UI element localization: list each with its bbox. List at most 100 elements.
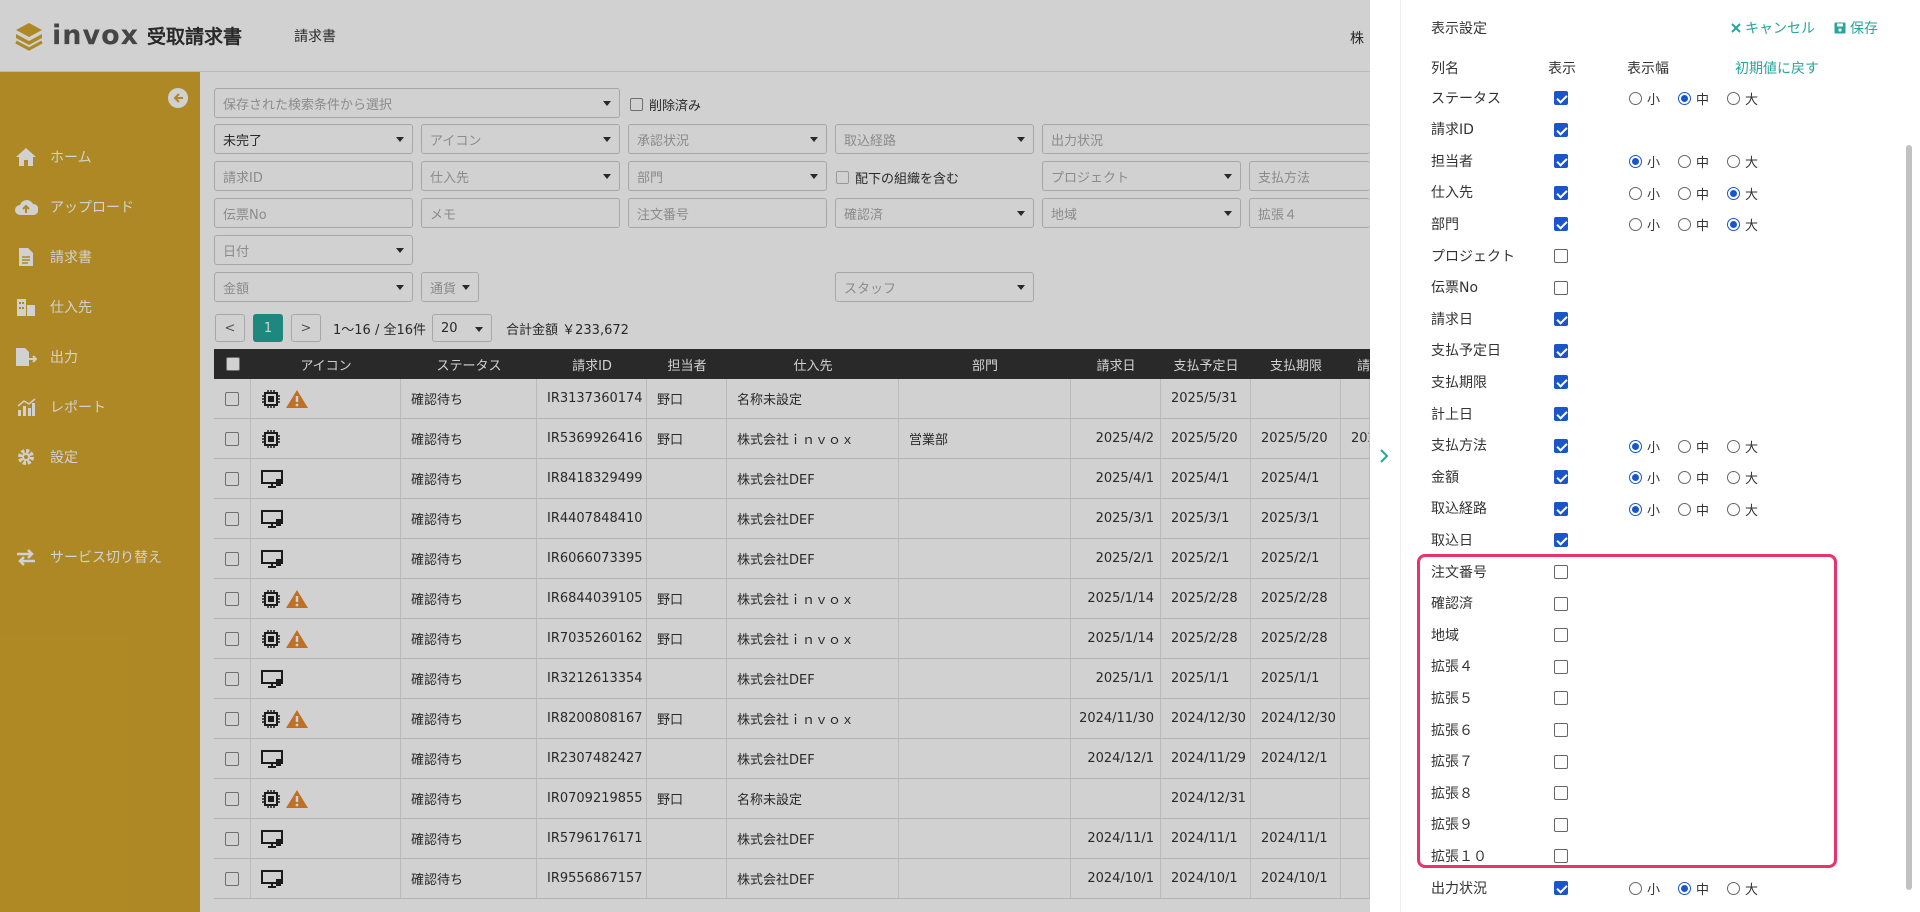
width-radio[interactable]: 中	[1678, 89, 1709, 108]
column-name: 担当者	[1431, 153, 1473, 170]
width-radio[interactable]: 中	[1678, 500, 1709, 519]
save-button[interactable]: 保存	[1834, 18, 1878, 38]
cancel-label: キャンセル	[1745, 21, 1815, 37]
column-setting-row: 支払予定日	[1431, 335, 1851, 366]
width-radio[interactable]: 中	[1678, 152, 1709, 171]
radio-circle[interactable]	[1629, 502, 1642, 516]
save-icon	[1834, 22, 1846, 34]
column-setting-row: 請求日	[1431, 303, 1851, 334]
width-radio[interactable]: 中	[1678, 468, 1709, 487]
radio-circle[interactable]	[1629, 471, 1642, 485]
panel-title: 表示設定	[1431, 21, 1487, 37]
radio-circle[interactable]	[1678, 502, 1692, 516]
visibility-checkbox[interactable]	[1554, 249, 1568, 263]
visibility-checkbox[interactable]	[1554, 533, 1568, 548]
radio-label: 小	[1647, 156, 1661, 172]
radio-label: 大	[1745, 440, 1759, 456]
modal-overlay[interactable]	[0, 0, 1370, 912]
radio-circle[interactable]	[1727, 218, 1741, 232]
column-name: 部門	[1431, 216, 1459, 233]
panel-close-handle[interactable]	[1370, 0, 1400, 912]
radio-circle[interactable]	[1678, 186, 1692, 200]
radio-label: 小	[1647, 219, 1661, 235]
width-radio[interactable]: 小	[1629, 500, 1660, 519]
width-radio[interactable]: 大	[1727, 184, 1758, 203]
width-header: 表示幅	[1627, 61, 1669, 77]
radio-label: 大	[1745, 156, 1759, 172]
width-radio[interactable]: 小	[1629, 437, 1660, 456]
radio-label: 中	[1696, 187, 1710, 203]
width-radio[interactable]: 小	[1629, 879, 1660, 898]
visibility-checkbox[interactable]	[1554, 217, 1568, 232]
column-setting-row: 取込経路 小 中 大	[1431, 493, 1851, 524]
radio-circle[interactable]	[1727, 186, 1741, 200]
width-radio[interactable]: 中	[1678, 215, 1709, 234]
radio-label: 中	[1696, 219, 1710, 235]
column-setting-row: 支払期限	[1431, 366, 1851, 397]
width-radio[interactable]: 大	[1727, 152, 1758, 171]
width-radio[interactable]: 中	[1678, 437, 1709, 456]
width-radio[interactable]: 中	[1678, 879, 1709, 898]
radio-circle[interactable]	[1629, 155, 1642, 169]
visibility-checkbox[interactable]	[1554, 881, 1568, 895]
radio-circle[interactable]	[1678, 218, 1692, 232]
radio-circle[interactable]	[1727, 155, 1741, 169]
width-radio[interactable]: 大	[1727, 468, 1758, 487]
visibility-checkbox[interactable]	[1554, 154, 1568, 169]
scroll-thumb[interactable]	[1906, 145, 1912, 890]
cancel-button[interactable]: キャンセル	[1731, 18, 1815, 38]
width-radio[interactable]: 小	[1629, 468, 1660, 487]
radio-label: 中	[1696, 440, 1710, 456]
radio-circle[interactable]	[1629, 882, 1642, 895]
radio-circle[interactable]	[1678, 155, 1692, 169]
visibility-checkbox[interactable]	[1554, 280, 1568, 295]
visibility-checkbox[interactable]	[1554, 438, 1568, 453]
save-label: 保存	[1850, 21, 1878, 37]
reset-defaults-link[interactable]: 初期値に戻す	[1735, 58, 1819, 78]
width-radio-group: 小中大	[1629, 184, 1776, 203]
visibility-checkbox[interactable]	[1554, 312, 1568, 327]
column-name: 支払予定日	[1431, 343, 1501, 360]
radio-circle[interactable]	[1678, 92, 1692, 105]
radio-label: 小	[1647, 187, 1661, 203]
visibility-checkbox[interactable]	[1554, 91, 1568, 105]
column-name: 計上日	[1431, 406, 1473, 423]
column-name: ステータス	[1431, 90, 1501, 107]
radio-circle[interactable]	[1629, 186, 1642, 200]
radio-circle[interactable]	[1678, 882, 1692, 895]
visibility-checkbox[interactable]	[1554, 343, 1568, 358]
radio-label: 大	[1745, 187, 1759, 203]
radio-circle[interactable]	[1727, 471, 1741, 485]
width-radio[interactable]: 中	[1678, 184, 1709, 203]
radio-circle[interactable]	[1727, 882, 1741, 895]
visibility-checkbox[interactable]	[1554, 375, 1568, 390]
radio-label: 中	[1696, 93, 1710, 108]
radio-circle[interactable]	[1678, 471, 1692, 485]
width-radio[interactable]: 大	[1727, 437, 1758, 456]
radio-circle[interactable]	[1678, 439, 1692, 453]
radio-circle[interactable]	[1629, 218, 1642, 232]
radio-circle[interactable]	[1727, 92, 1741, 105]
radio-label: 大	[1745, 219, 1759, 235]
visibility-checkbox[interactable]	[1554, 407, 1568, 421]
radio-label: 中	[1696, 883, 1710, 898]
visibility-checkbox[interactable]	[1554, 470, 1568, 485]
width-radio[interactable]: 小	[1629, 152, 1660, 171]
width-radio[interactable]: 小	[1629, 89, 1660, 108]
width-radio[interactable]: 小	[1629, 215, 1660, 234]
radio-circle[interactable]	[1727, 439, 1741, 453]
visibility-checkbox[interactable]	[1554, 501, 1568, 516]
column-name: 取込経路	[1431, 501, 1487, 518]
visibility-checkbox[interactable]	[1554, 122, 1568, 137]
visibility-checkbox[interactable]	[1554, 185, 1568, 200]
radio-circle[interactable]	[1629, 439, 1642, 453]
width-radio[interactable]: 大	[1727, 879, 1758, 898]
radio-label: 中	[1696, 503, 1710, 519]
width-radio[interactable]: 大	[1727, 215, 1758, 234]
width-radio[interactable]: 大	[1727, 89, 1758, 108]
width-radio[interactable]: 小	[1629, 184, 1660, 203]
width-radio[interactable]: 大	[1727, 500, 1758, 519]
radio-circle[interactable]	[1727, 502, 1741, 516]
radio-circle[interactable]	[1629, 92, 1642, 105]
width-radio-group: 小中大	[1629, 215, 1776, 234]
